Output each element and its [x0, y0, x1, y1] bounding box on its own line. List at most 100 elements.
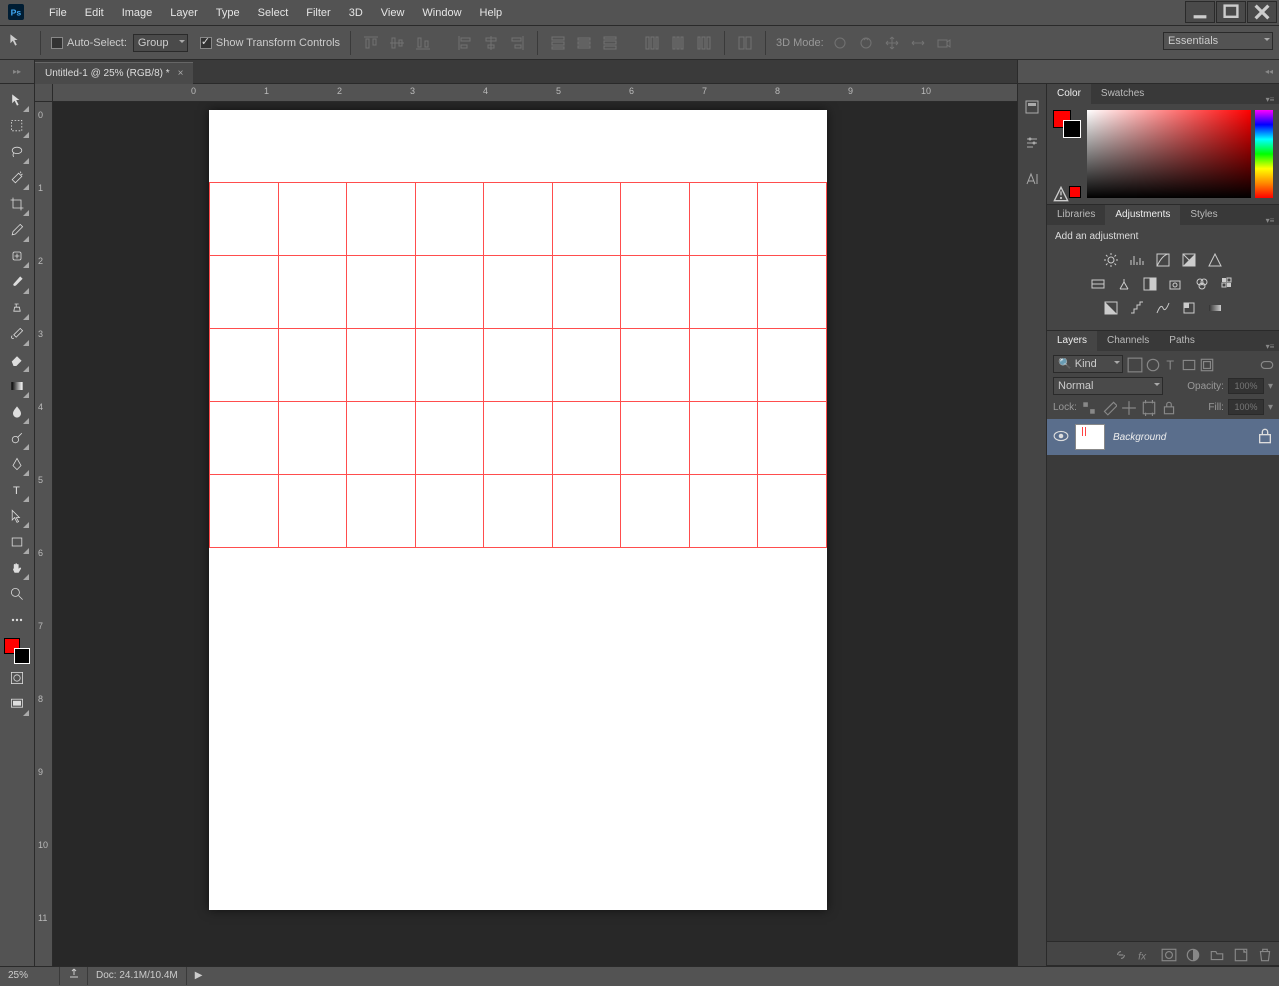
layer-thumbnail[interactable] [1075, 424, 1105, 450]
background-swatch[interactable] [14, 648, 30, 664]
color-swatches[interactable] [4, 638, 30, 664]
distribute-bottom-icon[interactable] [600, 33, 620, 53]
color-spectrum[interactable] [1087, 110, 1273, 198]
3d-slide-icon[interactable] [908, 33, 928, 53]
menu-file[interactable]: File [40, 0, 76, 26]
layer-lock-icon[interactable] [1257, 428, 1273, 447]
tool-lasso[interactable] [5, 140, 29, 164]
tool-eraser[interactable] [5, 348, 29, 372]
tool-gradient[interactable] [5, 374, 29, 398]
ruler-vertical[interactable]: 01234567891011 [35, 102, 53, 966]
history-panel-icon[interactable] [1021, 96, 1043, 118]
align-left-edges-icon[interactable] [455, 33, 475, 53]
filter-shape-icon[interactable] [1181, 357, 1195, 371]
tool-screenmode[interactable] [5, 692, 29, 716]
tool-eyedropper[interactable] [5, 218, 29, 242]
adj-colorbalance-icon[interactable] [1115, 275, 1133, 293]
adj-posterize-icon[interactable] [1128, 299, 1146, 317]
tool-history-brush[interactable] [5, 322, 29, 346]
tool-edit-toolbar[interactable] [5, 608, 29, 632]
tool-brush[interactable] [5, 270, 29, 294]
show-transform-checkbox[interactable]: Show Transform Controls [200, 37, 340, 49]
lock-image-icon[interactable] [1101, 400, 1115, 414]
tab-libraries[interactable]: Libraries [1047, 205, 1105, 225]
filter-type-icon[interactable]: T [1163, 357, 1177, 371]
color-panel-swatches[interactable] [1053, 110, 1081, 138]
new-fill-layer-icon[interactable] [1185, 947, 1199, 961]
adj-channelmixer-icon[interactable] [1193, 275, 1211, 293]
tool-clone[interactable] [5, 296, 29, 320]
adj-colorlookup-icon[interactable] [1219, 275, 1237, 293]
adj-levels-icon[interactable] [1128, 251, 1146, 269]
opacity-input[interactable] [1228, 378, 1264, 394]
adj-selective-icon[interactable] [1180, 299, 1198, 317]
adj-vibrance-icon[interactable] [1206, 251, 1224, 269]
close-tab-icon[interactable]: × [178, 68, 184, 79]
distribute-top-icon[interactable] [548, 33, 568, 53]
adjustments-panel-menu-icon[interactable]: ▾≡ [1263, 216, 1277, 225]
layers-panel-menu-icon[interactable]: ▾≡ [1263, 342, 1277, 351]
tab-styles[interactable]: Styles [1180, 205, 1227, 225]
menu-layer[interactable]: Layer [161, 0, 207, 26]
filter-toggle-icon[interactable] [1259, 357, 1273, 371]
layer-row[interactable]: Background [1047, 419, 1279, 455]
adj-bw-icon[interactable] [1141, 275, 1159, 293]
distribute-right-icon[interactable] [694, 33, 714, 53]
properties-panel-icon[interactable] [1021, 132, 1043, 154]
tab-paths[interactable]: Paths [1159, 331, 1205, 351]
filter-smart-icon[interactable] [1199, 357, 1213, 371]
align-vcenter-icon[interactable] [387, 33, 407, 53]
menu-type[interactable]: Type [207, 0, 249, 26]
tool-type[interactable]: T [5, 478, 29, 502]
tool-dodge[interactable] [5, 426, 29, 450]
align-top-edges-icon[interactable] [361, 33, 381, 53]
tab-channels[interactable]: Channels [1097, 331, 1159, 351]
menu-view[interactable]: View [372, 0, 414, 26]
tool-blur[interactable] [5, 400, 29, 424]
menu-filter[interactable]: Filter [297, 0, 339, 26]
hue-strip[interactable] [1255, 110, 1273, 198]
window-minimize-button[interactable] [1185, 1, 1215, 23]
gamut-color-box[interactable] [1069, 186, 1081, 198]
gamut-warning-icon[interactable] [1053, 186, 1065, 198]
layer-mask-icon[interactable] [1161, 947, 1175, 961]
tool-crop[interactable] [5, 192, 29, 216]
tool-zoom[interactable] [5, 582, 29, 606]
lock-artboard-icon[interactable] [1141, 400, 1155, 414]
filter-adjustment-icon[interactable] [1145, 357, 1159, 371]
delete-layer-icon[interactable] [1257, 947, 1271, 961]
tool-healing[interactable] [5, 244, 29, 268]
menu-window[interactable]: Window [413, 0, 470, 26]
doc-size-info[interactable]: Doc: 24.1M/10.4M [88, 967, 187, 985]
adj-brightness-icon[interactable] [1102, 251, 1120, 269]
layer-filter-type-select[interactable]: 🔍 Kind [1053, 355, 1123, 373]
tool-magic-wand[interactable] [5, 166, 29, 190]
blend-mode-select[interactable]: Normal [1053, 377, 1163, 395]
tool-hand[interactable] [5, 556, 29, 580]
workspace-select[interactable]: Essentials [1163, 32, 1273, 50]
adj-photofilter-icon[interactable] [1167, 275, 1185, 293]
lock-position-icon[interactable] [1121, 400, 1135, 414]
new-layer-icon[interactable] [1233, 947, 1247, 961]
character-panel-icon[interactable] [1021, 168, 1043, 190]
tool-move[interactable] [5, 88, 29, 112]
3d-camera-icon[interactable] [934, 33, 954, 53]
auto-select-checkbox[interactable]: Auto-Select: [51, 37, 127, 49]
adj-curves-icon[interactable] [1154, 251, 1172, 269]
layer-fx-icon[interactable]: fx [1137, 947, 1151, 961]
align-hcenter-icon[interactable] [481, 33, 501, 53]
menu-edit[interactable]: Edit [76, 0, 113, 26]
auto-select-mode-select[interactable]: Group [133, 34, 188, 52]
tool-quickmask[interactable] [5, 666, 29, 690]
layer-link-icon[interactable] [1113, 947, 1127, 961]
tool-pen[interactable] [5, 452, 29, 476]
tab-layers[interactable]: Layers [1047, 331, 1097, 351]
lock-transparent-icon[interactable] [1081, 400, 1095, 414]
ruler-horizontal[interactable]: 012345678910 [53, 84, 1017, 102]
adj-hue-icon[interactable] [1089, 275, 1107, 293]
filter-pixel-icon[interactable] [1127, 357, 1141, 371]
tab-adjustments[interactable]: Adjustments [1105, 205, 1180, 225]
tab-swatches[interactable]: Swatches [1091, 84, 1154, 104]
lock-all-icon[interactable] [1161, 400, 1175, 414]
fill-input[interactable] [1228, 399, 1264, 415]
